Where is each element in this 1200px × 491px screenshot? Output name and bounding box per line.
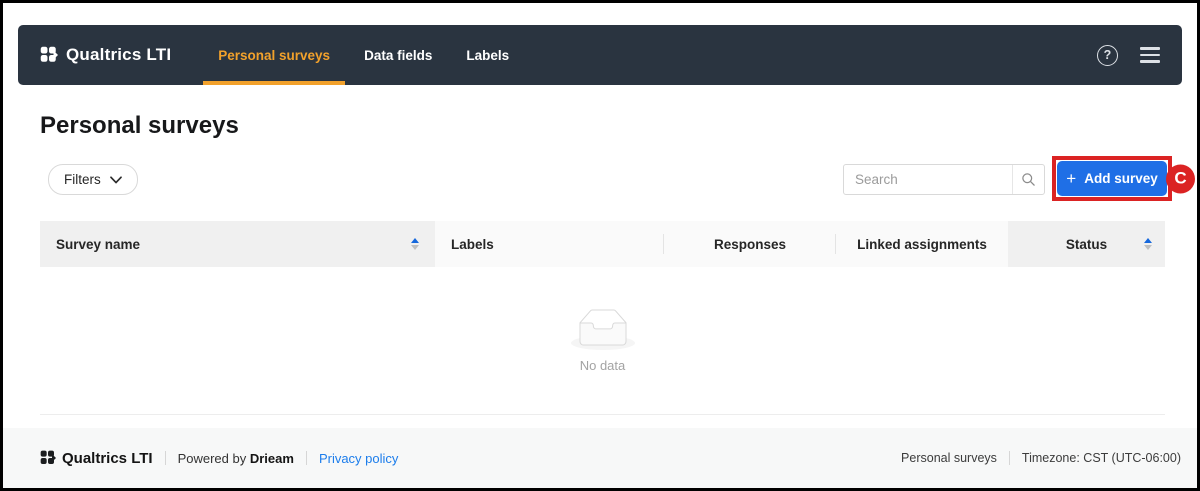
footer-divider — [1008, 451, 1010, 465]
tab-personal-surveys[interactable]: Personal surveys — [201, 25, 347, 85]
empty-inbox-icon — [570, 309, 635, 350]
plus-icon: + — [1066, 168, 1077, 188]
surveys-table: Survey name Labels Responses Linked assi… — [40, 221, 1165, 415]
search-input[interactable] — [844, 165, 1012, 194]
annotation-step-badge: C — [1166, 164, 1195, 193]
add-survey-button[interactable]: + Add survey — [1057, 161, 1167, 196]
table-empty-state: No data — [40, 267, 1165, 415]
footer-divider — [305, 451, 307, 465]
powered-by-prefix: Powered by — [177, 450, 247, 466]
column-header-responses: Responses — [664, 221, 836, 267]
column-label: Linked assignments — [857, 236, 987, 252]
search-icon — [1022, 173, 1035, 186]
footer-brand-name: Qualtrics LTI — [62, 449, 153, 467]
qualtrics-lti-logo-icon — [40, 450, 56, 464]
filters-button[interactable]: Filters — [48, 164, 138, 195]
column-label: Status — [1065, 236, 1108, 252]
powered-by: Powered by Drieam — [178, 451, 294, 466]
top-navbar: Qualtrics LTI Personal surveys Data fiel… — [18, 25, 1182, 85]
footer-page-context: Personal surveys — [901, 451, 997, 465]
qualtrics-lti-logo-icon — [40, 46, 58, 62]
empty-state-text: No data — [579, 357, 626, 373]
page-title: Personal surveys — [40, 112, 239, 139]
footer-brand: Qualtrics LTI — [40, 450, 153, 467]
column-header-labels: Labels — [435, 221, 664, 267]
footer-timezone: Timezone: CST (UTC-06:00) — [1021, 451, 1181, 465]
column-label: Survey name — [56, 236, 141, 252]
filters-label: Filters — [64, 172, 101, 187]
sort-icon[interactable] — [1144, 238, 1152, 250]
hamburger-menu-icon[interactable] — [1140, 45, 1160, 64]
tab-labels[interactable]: Labels — [449, 25, 526, 85]
column-label: Labels — [451, 236, 494, 252]
help-glyph: ? — [1103, 48, 1112, 62]
page-footer: Qualtrics LTI Powered by Drieam Privacy … — [3, 428, 1197, 488]
app-window: Qualtrics LTI Personal surveys Data fiel… — [0, 0, 1200, 491]
column-label: Responses — [713, 236, 787, 252]
brand: Qualtrics LTI — [40, 45, 171, 65]
tab-label: Personal surveys — [218, 47, 331, 63]
footer-divider — [164, 451, 166, 465]
footer-right: Personal surveys Timezone: CST (UTC-06:0… — [901, 451, 1181, 465]
search-box — [843, 164, 1045, 195]
tab-label: Labels — [466, 47, 510, 63]
add-survey-label: Add survey — [1084, 171, 1158, 186]
footer-left: Qualtrics LTI Powered by Drieam Privacy … — [40, 450, 398, 467]
column-header-linked-assignments: Linked assignments — [836, 221, 1008, 267]
navbar-actions: ? — [1097, 44, 1160, 66]
tab-label: Data fields — [364, 47, 433, 63]
column-header-survey-name[interactable]: Survey name — [40, 221, 435, 267]
chevron-down-icon — [109, 175, 122, 183]
tab-data-fields[interactable]: Data fields — [347, 25, 449, 85]
privacy-policy-link[interactable]: Privacy policy — [319, 451, 398, 466]
add-survey-annotation: + Add survey C — [1052, 156, 1195, 201]
brand-name: Qualtrics LTI — [66, 45, 172, 64]
table-header-row: Survey name Labels Responses Linked assi… — [40, 221, 1165, 267]
sort-icon[interactable] — [411, 238, 419, 250]
help-icon[interactable]: ? — [1097, 44, 1118, 66]
search-button[interactable] — [1012, 165, 1044, 194]
powered-by-name: Drieam — [249, 450, 294, 466]
nav-tabs: Personal surveys Data fields Labels — [201, 25, 526, 85]
column-header-status[interactable]: Status — [1008, 221, 1165, 267]
